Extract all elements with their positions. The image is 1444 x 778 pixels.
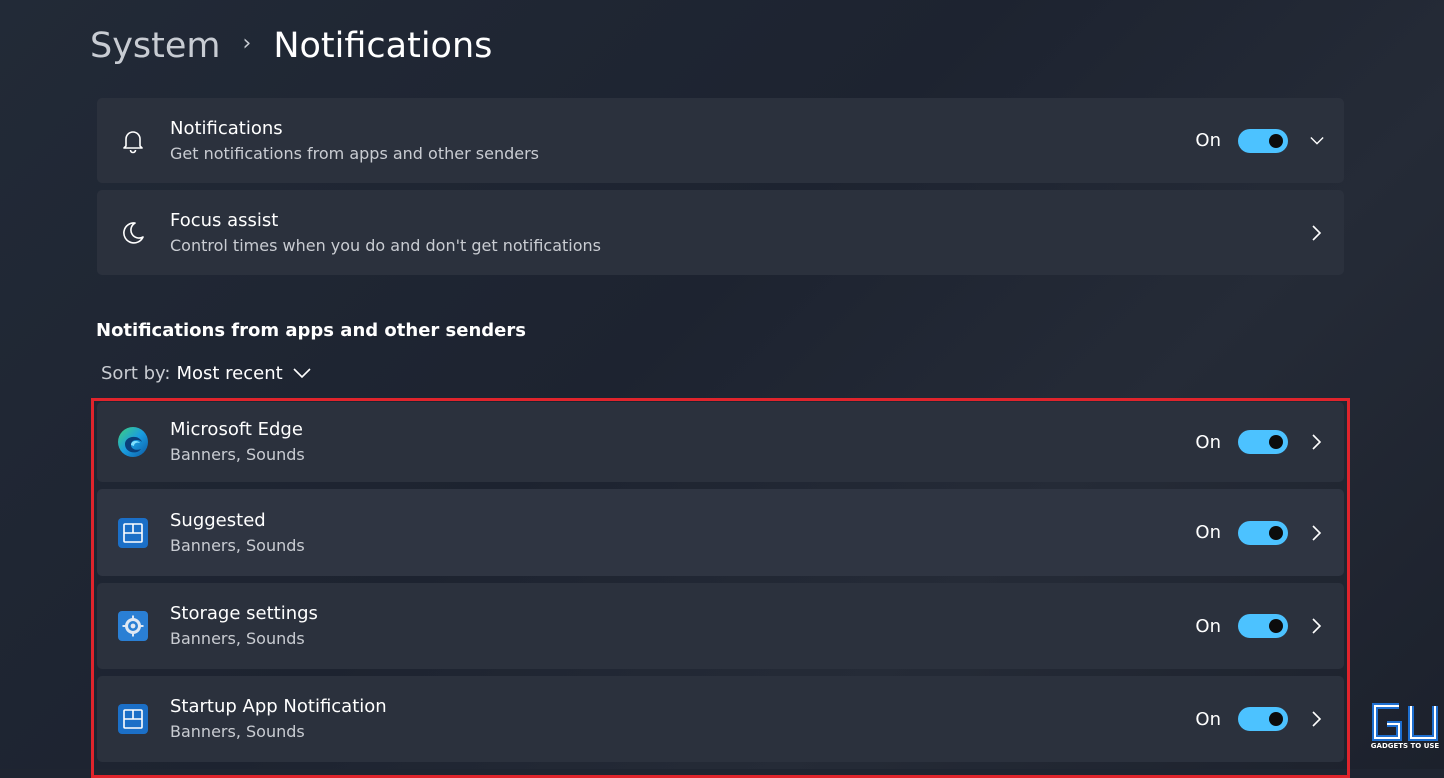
breadcrumb: System › Notifications <box>90 26 492 66</box>
page-title: Notifications <box>273 26 492 66</box>
toggle-state-label: On <box>1195 616 1221 637</box>
app-toggle[interactable] <box>1238 430 1288 454</box>
app-row-storage-settings[interactable]: Storage settings Banners, Sounds On <box>97 583 1344 669</box>
gadgets-to-use-logo: GADGETS TO USE <box>1369 700 1441 752</box>
chevron-right-icon[interactable] <box>1310 526 1324 540</box>
app-row-microsoft-edge[interactable]: Microsoft Edge Banners, Sounds On <box>97 402 1344 482</box>
app-subtitle: Banners, Sounds <box>170 535 1195 557</box>
watermark-text: GADGETS TO USE <box>1369 742 1441 750</box>
app-title: Suggested <box>170 509 1195 533</box>
windows-tile-icon <box>115 701 151 737</box>
app-row-startup-app-notification[interactable]: Startup App Notification Banners, Sounds… <box>97 676 1344 762</box>
app-toggle[interactable] <box>1238 521 1288 545</box>
focus-assist-subtitle: Control times when you do and don't get … <box>170 235 1310 257</box>
breadcrumb-separator-icon: › <box>243 31 252 56</box>
app-title: Microsoft Edge <box>170 418 1195 442</box>
toggle-state-label: On <box>1195 709 1221 730</box>
sort-value[interactable]: Most recent <box>176 363 282 384</box>
apps-section-heading: Notifications from apps and other sender… <box>96 320 526 341</box>
sort-dropdown[interactable]: Sort by: Most recent <box>101 363 311 384</box>
app-title: Startup App Notification <box>170 695 1195 719</box>
chevron-right-icon[interactable] <box>1310 435 1324 449</box>
app-title: Storage settings <box>170 602 1195 626</box>
notifications-setting-card[interactable]: Notifications Get notifications from app… <box>97 98 1344 183</box>
app-toggle[interactable] <box>1238 707 1288 731</box>
app-subtitle: Banners, Sounds <box>170 721 1195 743</box>
app-subtitle: Banners, Sounds <box>170 628 1195 650</box>
windows-tile-icon <box>115 515 151 551</box>
edge-icon <box>115 424 151 460</box>
toggle-state-label: On <box>1195 432 1221 453</box>
toggle-state-label: On <box>1195 130 1221 151</box>
moon-icon <box>115 215 151 251</box>
notifications-toggle[interactable] <box>1238 129 1288 153</box>
sort-label: Sort by: <box>101 363 170 384</box>
chevron-down-icon[interactable] <box>1310 134 1324 148</box>
chevron-right-icon[interactable] <box>1310 226 1324 240</box>
chevron-down-icon[interactable] <box>293 363 311 384</box>
focus-assist-title: Focus assist <box>170 209 1310 233</box>
gear-icon <box>115 608 151 644</box>
notifications-subtitle: Get notifications from apps and other se… <box>170 143 1195 165</box>
bell-icon <box>115 123 151 159</box>
toggle-state-label: On <box>1195 522 1221 543</box>
breadcrumb-system[interactable]: System <box>90 26 221 66</box>
app-row-suggested[interactable]: Suggested Banners, Sounds On <box>97 489 1344 576</box>
notifications-title: Notifications <box>170 117 1195 141</box>
chevron-right-icon[interactable] <box>1310 712 1324 726</box>
chevron-right-icon[interactable] <box>1310 619 1324 633</box>
focus-assist-card[interactable]: Focus assist Control times when you do a… <box>97 190 1344 275</box>
app-toggle[interactable] <box>1238 614 1288 638</box>
app-subtitle: Banners, Sounds <box>170 444 1195 466</box>
